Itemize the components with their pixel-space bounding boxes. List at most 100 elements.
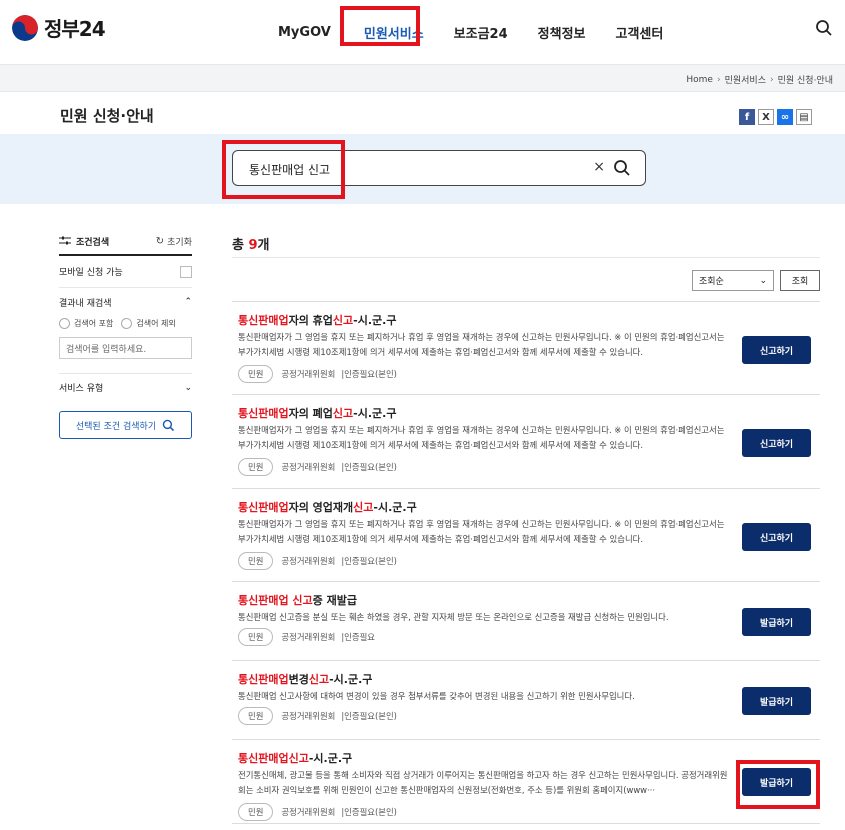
result-list: 통신판매업자의 휴업신고-시.군.구통신판매업자가 그 영업을 휴지 또는 폐지… [232, 301, 820, 824]
auth-label: |인증필요(본인) [341, 462, 397, 472]
result-meta: 민원 공정거래위원회 |인증필요(본인) [238, 803, 397, 821]
nav-item-subsidy24[interactable]: 보조금24 [454, 23, 508, 42]
result-title[interactable]: 통신판매업자의 휴업신고-시.군.구 [238, 312, 396, 328]
filter-panel: 조건검색 ↻ 초기화 모바일 신청 가능 결과내 재검색 ⌃ 검색어 포함 검색… [59, 228, 192, 439]
research-radios: 검색어 포함 검색어 제외 [59, 318, 192, 329]
apply-filter-button[interactable]: 선택된 조건 검색하기 [59, 411, 192, 439]
chevron-down-icon[interactable]: ⌄ [184, 383, 192, 393]
result-total: 총 9개 [232, 228, 820, 258]
result-title[interactable]: 통신판매업자의 영업재개신고-시.군.구 [238, 499, 417, 515]
service-type-label: 서비스 유형 [59, 384, 104, 394]
auth-label: |인증필요(본인) [341, 711, 397, 721]
type-badge: 민원 [238, 707, 274, 725]
service-type-section[interactable]: 서비스 유형 ⌄ [59, 373, 192, 401]
research-title: 결과내 재검색 [59, 298, 112, 309]
sort-select[interactable]: 조회순 ⌄ [692, 270, 774, 291]
filter-header: 조건검색 ↻ 초기화 [59, 228, 192, 256]
title-text: 자의 폐업 [288, 407, 333, 420]
title-highlight: 신고 [353, 501, 374, 514]
page-title: 민원 신청·안내 [60, 107, 154, 125]
reset-button[interactable]: ↻ 초기화 [156, 235, 192, 248]
type-badge: 민원 [238, 458, 274, 476]
nav-item-policy[interactable]: 정책정보 [538, 23, 586, 42]
search-submit-icon[interactable] [613, 159, 631, 177]
result-title[interactable]: 통신판매업자의 폐업신고-시.군.구 [238, 405, 396, 421]
auth-label: |인증필요(본인) [341, 369, 397, 379]
x-icon[interactable]: X [758, 109, 774, 125]
report-button[interactable]: 신고하기 [742, 429, 811, 457]
breadcrumb: Home › 민원서비스 › 민원 신청·안내 [686, 73, 833, 87]
result-meta: 민원 공정거래위원회 |인증필요(본인) [238, 458, 397, 476]
auth-label: |인증필요 [341, 632, 376, 642]
result-meta: 민원 공정거래위원회 |인증필요(본인) [238, 552, 397, 570]
facebook-icon[interactable]: f [739, 109, 755, 125]
title-highlight: 통신판매업 [238, 314, 289, 327]
highlight-box-issue-button [736, 760, 820, 809]
research-section-title[interactable]: 결과내 재검색 ⌃ [59, 288, 192, 316]
radio-include-circle[interactable] [59, 318, 70, 329]
keyword-input[interactable]: 검색어를 입력하세요. [59, 337, 192, 359]
auth-label: |인증필요(본인) [341, 807, 397, 817]
link-icon[interactable]: ∞ [777, 109, 793, 125]
highlight-box-nav [340, 6, 420, 46]
result-title[interactable]: 통신판매업 신고증 재발급 [238, 592, 357, 608]
breadcrumb-civil-service[interactable]: 민원서비스 [725, 73, 766, 86]
result-title[interactable]: 통신판매업변경신고-시.군.구 [238, 671, 372, 687]
title-text: 자의 영업재개 [288, 501, 354, 514]
print-icon[interactable]: ▤ [796, 109, 812, 125]
breadcrumb-home[interactable]: Home [686, 75, 713, 85]
clear-icon[interactable]: × [593, 159, 605, 175]
result-item: 통신판매업 신고증 재발급 통신판매업 신고증을 분실 또는 훼손 하였을 경우,… [232, 582, 820, 661]
result-description: 전기통신매체, 광고물 등을 통해 소비자와 직접 상거래가 이루어지는 통신판… [238, 770, 728, 795]
auth-label: |인증필요(본인) [341, 556, 397, 566]
total-prefix: 총 [232, 238, 249, 253]
mobile-filter-label: 모바일 신청 가능 [59, 268, 123, 278]
filter-title: 조건검색 [59, 235, 109, 248]
title-highlight: 통신판매업 [238, 673, 289, 686]
taegeuk-emblem-icon [12, 14, 38, 41]
title-highlight: 통신판매업 [238, 407, 289, 420]
sort-button[interactable]: 조회 [780, 270, 820, 291]
radio-exclude[interactable]: 검색어 제외 [121, 318, 176, 329]
result-item: 통신판매업자의 폐업신고-시.군.구통신판매업자가 그 영업을 휴지 또는 폐지… [232, 395, 820, 489]
report-button[interactable]: 신고하기 [742, 523, 811, 551]
breadcrumb-current: 민원 신청·안내 [777, 76, 833, 86]
org-label: 공정거래위원회 [281, 369, 336, 379]
result-title[interactable]: 통신판매업신고-시.군.구 [238, 750, 352, 766]
chevron-up-icon[interactable]: ⌃ [184, 297, 192, 307]
sliders-icon [59, 236, 71, 245]
radio-exclude-circle[interactable] [121, 318, 133, 329]
search-icon[interactable] [815, 19, 833, 37]
mobile-filter-row: 모바일 신청 가능 [59, 256, 192, 288]
title-text: 자의 휴업 [288, 314, 333, 327]
org-label: 공정거래위원회 [281, 462, 336, 472]
share-toolbar: f X ∞ ▤ [736, 109, 812, 125]
type-badge: 민원 [238, 552, 274, 570]
site-header: 정부24 MyGOV 민원서비스 보조금24 정책정보 고객센터 [0, 0, 845, 64]
issue-button[interactable]: 발급하기 [742, 687, 811, 715]
mobile-filter-checkbox[interactable] [180, 265, 192, 278]
chevron-down-icon: ⌄ [759, 275, 767, 286]
main-nav: MyGOV 민원서비스 보조금24 정책정보 고객센터 [270, 0, 693, 64]
type-badge: 민원 [238, 628, 274, 646]
nav-item-mygov[interactable]: MyGOV [278, 25, 331, 40]
radio-include[interactable]: 검색어 포함 [59, 318, 113, 329]
type-badge: 민원 [238, 803, 274, 821]
result-description: 통신판매업자가 그 영업을 휴지 또는 폐지하거나 휴업 후 영업을 재개하는 … [238, 425, 725, 450]
result-description: 통신판매업자가 그 영업을 휴지 또는 폐지하거나 휴업 후 영업을 재개하는 … [238, 519, 725, 544]
radio-exclude-label: 검색어 제외 [136, 319, 176, 328]
total-suffix: 개 [257, 238, 270, 253]
result-meta: 민원 공정거래위원회 |인증필요(본인) [238, 707, 397, 725]
filter-title-text: 조건검색 [76, 237, 110, 248]
results-panel: 총 9개 조회순 ⌄ 조회 통신판매업자의 휴업신고-시.군.구통신판매업자가 … [232, 228, 820, 824]
radio-include-label: 검색어 포함 [74, 319, 114, 328]
nav-item-support[interactable]: 고객센터 [616, 23, 664, 42]
logo[interactable]: 정부24 [12, 13, 106, 42]
title-highlight: 통신판매업 [238, 501, 289, 514]
search-icon [162, 419, 175, 431]
sort-row: 조회순 ⌄ 조회 [692, 270, 820, 291]
title-highlight: 통신판매업 신고 [238, 594, 313, 607]
chevron-right-icon: › [716, 74, 721, 85]
issue-button[interactable]: 발급하기 [742, 608, 811, 636]
report-button[interactable]: 신고하기 [742, 336, 811, 364]
